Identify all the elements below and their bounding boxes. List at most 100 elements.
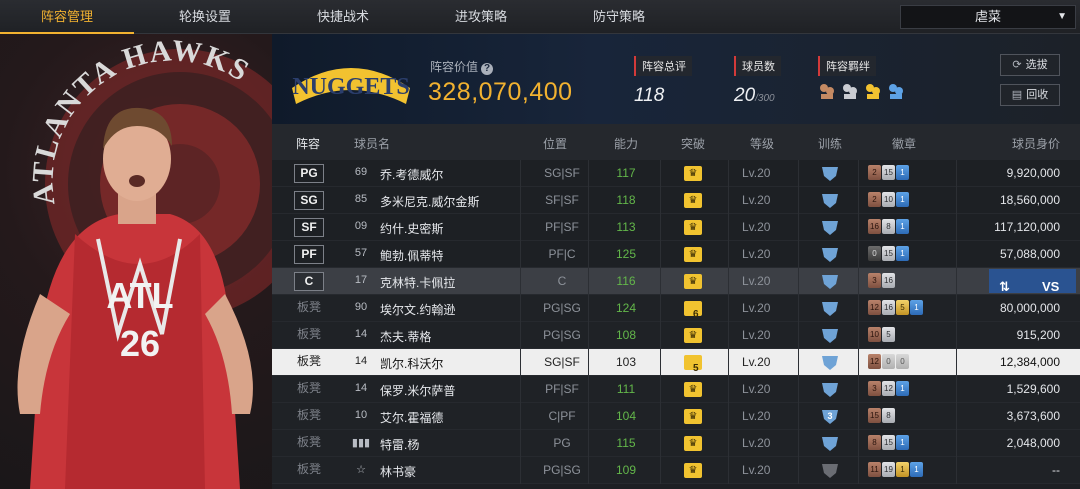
pick-button[interactable]: ⟳ 选拔: [1000, 54, 1060, 76]
tab-offense[interactable]: 进攻策略: [416, 0, 546, 34]
row-badges[interactable]: 16 8 1: [868, 219, 909, 234]
crown-icon[interactable]: ♛: [684, 409, 702, 424]
table-row[interactable]: 板凳 ☆ 林书豪 PG|SG 109 ♛ Lv.20 11 19 1 1 --: [272, 457, 1080, 484]
row-player-name[interactable]: 凯尔.科沃尔: [380, 355, 443, 372]
crown-icon[interactable]: ♛: [684, 220, 702, 235]
row-badges[interactable]: 3 16: [868, 273, 895, 288]
table-row[interactable]: 板凳 ▮▮▮ 特雷.杨 PG 115 ♛ Lv.20 8 15 1 2,048,000: [272, 430, 1080, 457]
row-slot[interactable]: 板凳: [294, 407, 324, 426]
row-slot[interactable]: 板凳: [294, 461, 324, 480]
table-row[interactable]: 板凳 14 凯尔.科沃尔 SG|SF 103 5 Lv.20 12 0 0 12,384,000: [272, 349, 1080, 376]
training-shield-icon[interactable]: [820, 273, 840, 290]
row-player-name[interactable]: 特雷.杨: [380, 436, 419, 453]
row-slot[interactable]: 板凳: [294, 353, 324, 372]
row-player-name[interactable]: 多米尼克.威尔金斯: [380, 193, 479, 210]
bond-silver-icon[interactable]: [841, 82, 859, 100]
row-badges[interactable]: 2 15 1: [868, 165, 909, 180]
training-shield-icon[interactable]: [820, 462, 840, 479]
column-divider: [798, 214, 799, 241]
table-row[interactable]: SG 85 多米尼克.威尔金斯 SF|SF 118 ♛ Lv.20 2 10 1 18,560,00…: [272, 187, 1080, 214]
training-shield-icon[interactable]: [820, 300, 840, 317]
training-shield-icon[interactable]: [820, 381, 840, 398]
row-badges[interactable]: 10 5: [868, 327, 895, 342]
training-shield-icon[interactable]: 3: [820, 408, 840, 425]
table-row[interactable]: PG 69 乔.考德威尔 SG|SF 117 ♛ Lv.20 2 15 1 9,920,000: [272, 160, 1080, 187]
crown-icon[interactable]: ♛: [684, 382, 702, 397]
row-slot[interactable]: C: [294, 272, 324, 291]
table-row[interactable]: 板凳 14 保罗.米尔萨普 PF|SF 111 ♛ Lv.20 3 12 1 1,529,600: [272, 376, 1080, 403]
col-ability[interactable]: 能力: [614, 135, 638, 152]
col-breakthrough[interactable]: 突破: [681, 135, 705, 152]
table-row[interactable]: 板凳 14 杰夫.蒂格 PG|SG 108 ♛ Lv.20 10 5 915,200: [272, 322, 1080, 349]
row-player-name[interactable]: 约什.史密斯: [380, 220, 443, 237]
crown-icon[interactable]: 6: [684, 301, 702, 320]
tab-roster[interactable]: 阵容管理: [0, 0, 134, 34]
row-badges[interactable]: 12 16 5 1: [868, 300, 923, 315]
help-icon[interactable]: ?: [481, 63, 494, 75]
col-name[interactable]: 球员名: [354, 135, 390, 152]
row-player-name[interactable]: 克林特.卡佩拉: [380, 274, 455, 291]
row-slot[interactable]: PF: [294, 245, 324, 264]
table-row[interactable]: C17克林特.卡佩拉C116♛Lv.203162⇅VS: [272, 268, 1080, 295]
row-slot[interactable]: PG: [294, 164, 324, 183]
row-slot[interactable]: 板凳: [294, 326, 324, 345]
row-player-name[interactable]: 保罗.米尔萨普: [380, 382, 455, 399]
row-player-name[interactable]: 杰夫.蒂格: [380, 328, 431, 345]
column-divider: [956, 295, 957, 322]
crown-icon[interactable]: 5: [684, 355, 702, 374]
badge-icon: 1: [910, 300, 923, 315]
training-shield-icon[interactable]: [820, 435, 840, 452]
training-shield-icon[interactable]: [820, 327, 840, 344]
training-shield-icon[interactable]: [820, 192, 840, 209]
swap-compare-button[interactable]: ⇅ VS: [989, 269, 1076, 294]
col-training[interactable]: 训练: [818, 135, 842, 152]
crown-icon[interactable]: ♛: [684, 463, 702, 478]
recycle-button[interactable]: ▤ 回收: [1000, 84, 1060, 106]
row-badges[interactable]: 12 0 0: [868, 354, 909, 369]
row-slot[interactable]: SG: [294, 191, 324, 210]
crown-icon[interactable]: ♛: [684, 436, 702, 451]
bond-gold-icon[interactable]: [864, 82, 882, 100]
tab-rotation[interactable]: 轮换设置: [140, 0, 270, 34]
training-shield-icon[interactable]: [820, 354, 840, 371]
row-player-name[interactable]: 鲍勃.佩蒂特: [380, 247, 443, 264]
row-player-name[interactable]: 乔.考德威尔: [380, 166, 443, 183]
row-player-name[interactable]: 埃尔文.约翰逊: [380, 301, 455, 318]
row-badges[interactable]: 11 19 1 1: [868, 462, 923, 477]
col-badges[interactable]: 徽章: [892, 135, 916, 152]
column-divider: [660, 160, 661, 187]
crown-icon[interactable]: ♛: [684, 274, 702, 289]
crown-icon[interactable]: ♛: [684, 166, 702, 181]
difficulty-dropdown[interactable]: 虐菜 ▼: [900, 5, 1076, 29]
crown-icon[interactable]: ♛: [684, 328, 702, 343]
row-badges[interactable]: 8 15 1: [868, 435, 909, 450]
row-badges[interactable]: 2 10 1: [868, 192, 909, 207]
row-ability: 109: [615, 463, 637, 477]
bond-bronze-icon[interactable]: [818, 82, 836, 100]
col-value[interactable]: 球员身价: [1012, 135, 1060, 152]
row-badges[interactable]: 15 8: [868, 408, 895, 423]
bond-blue-icon[interactable]: [887, 82, 905, 100]
training-shield-icon[interactable]: [820, 165, 840, 182]
row-slot[interactable]: 板凳: [294, 380, 324, 399]
tab-quick-tactics[interactable]: 快捷战术: [278, 0, 408, 34]
training-shield-icon[interactable]: [820, 219, 840, 236]
table-row[interactable]: PF 57 鲍勃.佩蒂特 PF|C 125 ♛ Lv.20 0 15 1 57,088,000: [272, 241, 1080, 268]
table-row[interactable]: SF 09 约什.史密斯 PF|SF 113 ♛ Lv.20 16 8 1 117,120,000: [272, 214, 1080, 241]
col-position[interactable]: 位置: [543, 135, 567, 152]
row-badges[interactable]: 0 15 1: [868, 246, 909, 261]
tab-defense[interactable]: 防守策略: [554, 0, 684, 34]
row-badges[interactable]: 3 12 1: [868, 381, 909, 396]
table-row[interactable]: 板凳 10 艾尔.霍福德 C|PF 104 ♛ Lv.20 3 15 8 3,673,600: [272, 403, 1080, 430]
row-slot[interactable]: SF: [294, 218, 324, 237]
crown-icon[interactable]: ♛: [684, 247, 702, 262]
training-shield-icon[interactable]: [820, 246, 840, 263]
row-player-name[interactable]: 林书豪: [380, 463, 416, 480]
row-player-name[interactable]: 艾尔.霍福德: [380, 409, 443, 426]
row-slot[interactable]: 板凳: [294, 299, 324, 318]
crown-icon[interactable]: ♛: [684, 193, 702, 208]
row-slot[interactable]: 板凳: [294, 434, 324, 453]
col-level[interactable]: 等级: [750, 135, 774, 152]
table-row[interactable]: 板凳 90 埃尔文.约翰逊 PG|SG 124 6 Lv.20 12 16 5 1 80,000,00…: [272, 295, 1080, 322]
col-slot[interactable]: 阵容: [296, 135, 320, 152]
